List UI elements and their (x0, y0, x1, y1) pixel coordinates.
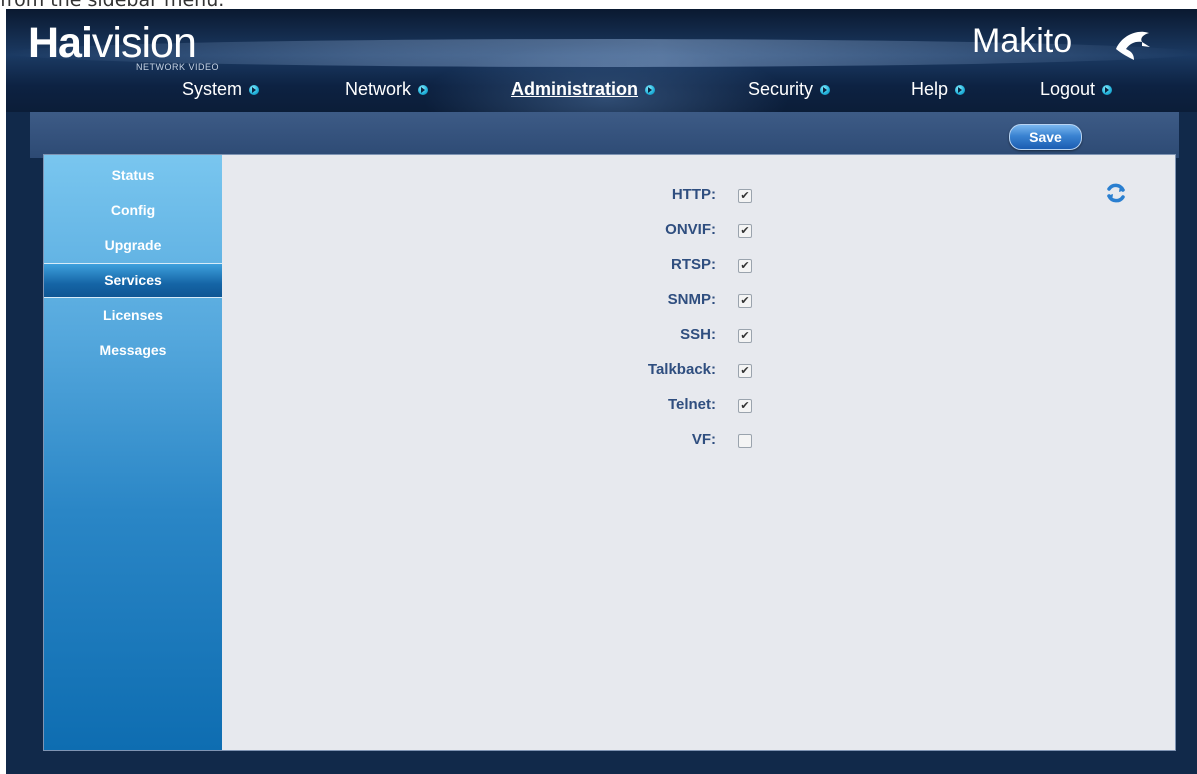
service-label: HTTP: (671, 186, 716, 203)
service-row-telnet: Telnet: ✔ (222, 387, 1175, 423)
service-label: ONVIF: (665, 221, 716, 238)
save-button[interactable]: Save (1009, 124, 1082, 150)
makito-app: Haivision NETWORK VIDEO Makito System Ne… (6, 9, 1197, 774)
refresh-icon[interactable] (1104, 181, 1128, 205)
nav-label: Network (345, 79, 412, 99)
sidebar-item-status[interactable]: Status (44, 158, 222, 193)
arrow-bullet-icon (249, 84, 260, 95)
toolbar: Save (30, 112, 1179, 158)
logo-tagline: NETWORK VIDEO (136, 62, 220, 72)
service-label: VF: (691, 431, 716, 448)
nav-label: Security (748, 79, 814, 99)
nav-logout[interactable]: Logout (1040, 79, 1113, 100)
shark-logo-icon (1116, 31, 1150, 60)
service-row-vf: VF: (222, 422, 1175, 458)
logo-brand-bold: Hai (28, 19, 93, 67)
service-label: SNMP: (667, 291, 716, 308)
nav-network[interactable]: Network (345, 79, 429, 100)
vf-checkbox[interactable] (738, 434, 752, 448)
sidebar-item-upgrade[interactable]: Upgrade (44, 228, 222, 263)
logo-brand-rest: vision (91, 19, 197, 67)
nav-label: Administration (511, 79, 639, 99)
content-panel: Status Config Upgrade Services Licenses … (43, 154, 1176, 751)
service-label: Talkback: (647, 361, 716, 378)
talkback-checkbox[interactable]: ✔ (738, 364, 752, 378)
product-name: Makito (972, 22, 1073, 60)
service-row-ssh: SSH: ✔ (222, 317, 1175, 353)
nav-security[interactable]: Security (748, 79, 831, 100)
ssh-checkbox[interactable]: ✔ (738, 329, 752, 343)
snmp-checkbox[interactable]: ✔ (738, 294, 752, 308)
telnet-checkbox[interactable]: ✔ (738, 399, 752, 413)
nav-system[interactable]: System (182, 79, 260, 100)
arrow-bullet-icon (645, 84, 656, 95)
header: Haivision NETWORK VIDEO Makito System Ne… (6, 9, 1197, 112)
sidebar-item-licenses[interactable]: Licenses (44, 298, 222, 333)
service-row-talkback: Talkback: ✔ (222, 352, 1175, 388)
nav-administration[interactable]: Administration (511, 79, 656, 100)
page-caption: from the sidebar menu. (0, 0, 225, 11)
sidebar-item-messages[interactable]: Messages (44, 333, 222, 368)
arrow-bullet-icon (418, 84, 429, 95)
http-checkbox[interactable]: ✔ (738, 189, 752, 203)
service-row-onvif: ONVIF: ✔ (222, 212, 1175, 248)
service-label: RTSP: (671, 256, 716, 273)
service-row-http: HTTP: ✔ (222, 177, 1175, 213)
rtsp-checkbox[interactable]: ✔ (738, 259, 752, 273)
onvif-checkbox[interactable]: ✔ (738, 224, 752, 238)
nav-label: System (182, 79, 243, 99)
arrow-bullet-icon (1102, 84, 1113, 95)
arrow-bullet-icon (955, 84, 966, 95)
services-form: HTTP: ✔ ONVIF: ✔ RTSP: ✔ SNMP: ✔ SSH: ✔ … (222, 155, 1175, 750)
service-row-rtsp: RTSP: ✔ (222, 247, 1175, 283)
nav-help[interactable]: Help (911, 79, 966, 100)
main-nav: System Network Administration Security H… (6, 79, 1197, 105)
arrow-bullet-icon (820, 84, 831, 95)
sidebar-item-services[interactable]: Services (44, 263, 222, 298)
service-row-snmp: SNMP: ✔ (222, 282, 1175, 318)
service-label: SSH: (680, 326, 716, 343)
service-label: Telnet: (667, 396, 716, 413)
sidebar: Status Config Upgrade Services Licenses … (44, 155, 222, 750)
nav-label: Logout (1040, 79, 1096, 99)
nav-label: Help (911, 79, 949, 99)
haivision-logo: Haivision NETWORK VIDEO (28, 19, 219, 72)
sidebar-item-config[interactable]: Config (44, 193, 222, 228)
